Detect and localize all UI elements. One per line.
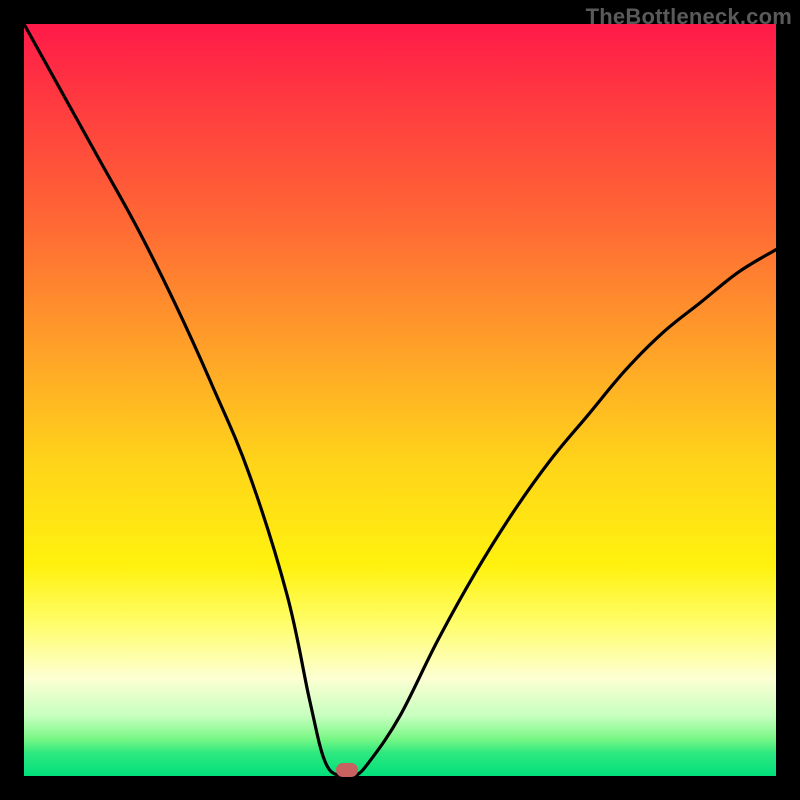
minimum-marker <box>336 763 358 777</box>
bottleneck-curve <box>24 24 776 776</box>
chart-plot-area <box>24 24 776 776</box>
chart-frame: TheBottleneck.com <box>0 0 800 800</box>
branding-watermark: TheBottleneck.com <box>586 4 792 30</box>
curve-path <box>24 24 776 776</box>
